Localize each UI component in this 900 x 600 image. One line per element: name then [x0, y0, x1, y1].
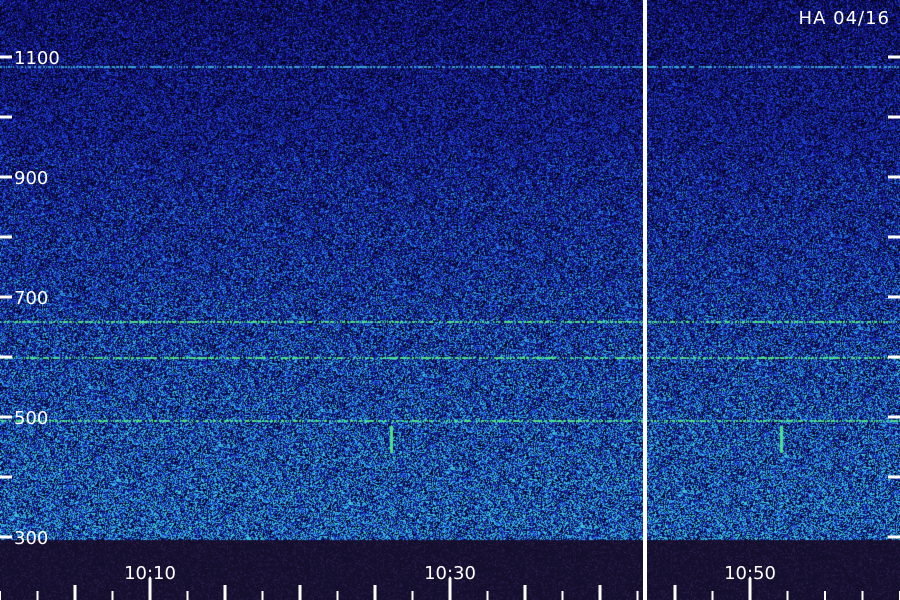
x-tick-label-10:10: 10:10 [124, 563, 176, 584]
y-tick-label-900: 900 [14, 168, 48, 189]
y-tick-label-500: 500 [14, 408, 48, 429]
y-tick-label-1100: 1100 [14, 48, 60, 69]
y-tick-label-700: 700 [14, 288, 48, 309]
x-tick-label-10:50: 10:50 [724, 563, 776, 584]
y-axis: 1100 900 700 500 300 [0, 48, 900, 549]
chart-overlay: 1100 900 700 500 300 10:10 10:30 10:50 HA 04/1… [0, 0, 900, 600]
spectrogram-chart: 1100 900 700 500 300 10:10 10:30 10:50 HA 04/1… [0, 0, 900, 600]
x-tick-label-10:30: 10:30 [424, 563, 476, 584]
y-tick-label-300: 300 [14, 528, 48, 549]
station-label: HA 04/16 [799, 8, 890, 29]
x-axis: 10:10 10:30 10:50 [0, 563, 900, 600]
